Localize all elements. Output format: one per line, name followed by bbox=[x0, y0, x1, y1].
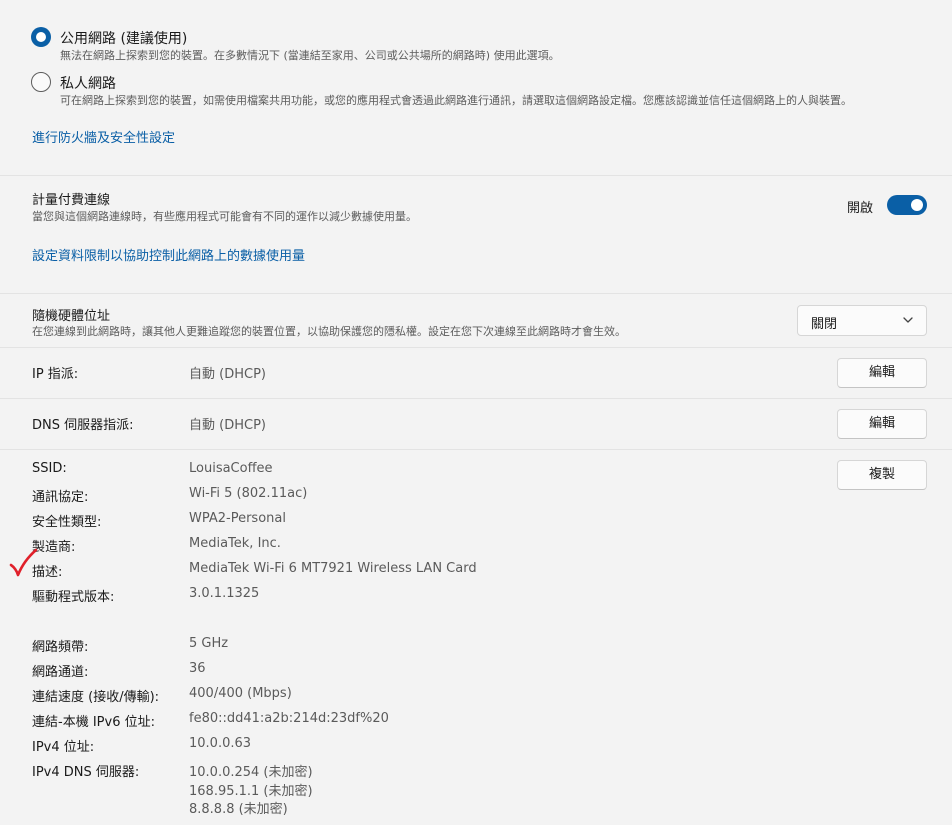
prop-value: 5 GHz bbox=[189, 636, 229, 651]
prop-value: MediaTek, Inc. bbox=[189, 536, 281, 551]
ip-assignment-value: 自動 (DHCP) bbox=[189, 367, 266, 382]
metered-toggle-label: 開啟 bbox=[847, 201, 874, 216]
toggle-knob bbox=[911, 199, 923, 211]
prop-label: 網路頻帶: bbox=[32, 640, 89, 655]
divider bbox=[0, 293, 952, 294]
prop-label: SSID: bbox=[32, 461, 67, 476]
random-mac-desc: 在您連線到此網路時，讓其他人更難追蹤您的裝置位置，以協助保護您的隱私權。設定在您… bbox=[32, 325, 626, 338]
prop-label: 網路通道: bbox=[32, 665, 89, 680]
copy-properties-button[interactable]: 複製 bbox=[837, 460, 927, 490]
public-network-title: 公用網路 (建議使用) bbox=[60, 31, 188, 47]
public-network-radio[interactable] bbox=[31, 27, 51, 47]
chevron-down-icon bbox=[903, 317, 913, 323]
prop-label: 連結-本機 IPv6 位址: bbox=[32, 715, 155, 730]
data-limit-link[interactable]: 設定資料限制以協助控制此網路上的數據使用量 bbox=[32, 245, 305, 264]
metered-desc: 當您與這個網路連線時，有些應用程式可能會有不同的運作以減少數據使用量。 bbox=[32, 210, 417, 223]
divider bbox=[0, 398, 952, 399]
divider bbox=[0, 449, 952, 450]
prop-value-extra: 168.95.1.1 (未加密) bbox=[189, 784, 313, 799]
random-mac-title: 隨機硬體位址 bbox=[32, 309, 111, 324]
prop-label: 通訊協定: bbox=[32, 490, 89, 505]
metered-title: 計量付費連線 bbox=[32, 193, 111, 208]
firewall-settings-link[interactable]: 進行防火牆及安全性設定 bbox=[32, 127, 175, 146]
prop-value: 10.0.0.254 (未加密) bbox=[189, 765, 313, 780]
prop-label: IPv4 DNS 伺服器: bbox=[32, 765, 140, 780]
divider bbox=[0, 347, 952, 348]
prop-value: LouisaCoffee bbox=[189, 461, 273, 476]
dns-assignment-value: 自動 (DHCP) bbox=[189, 418, 266, 433]
prop-value: 36 bbox=[189, 661, 206, 676]
prop-value: 10.0.0.63 bbox=[189, 736, 252, 751]
divider bbox=[0, 175, 952, 176]
prop-value: MediaTek Wi-Fi 6 MT7921 Wireless LAN Car… bbox=[189, 561, 477, 576]
edit-dns-button[interactable]: 編輯 bbox=[837, 409, 927, 439]
check-mark-icon bbox=[9, 548, 38, 577]
private-network-desc: 可在網路上探索到您的裝置，如需使用檔案共用功能，或您的應用程式會透過此網路進行通… bbox=[60, 94, 852, 107]
random-mac-select[interactable]: 關閉 bbox=[797, 305, 927, 336]
prop-value: 400/400 (Mbps) bbox=[189, 686, 292, 701]
prop-label: 連結速度 (接收/傳輸): bbox=[32, 690, 160, 705]
prop-value: WPA2-Personal bbox=[189, 511, 286, 526]
prop-value: fe80::dd41:a2b:214d:23df%20 bbox=[189, 711, 389, 726]
prop-value-extra: 8.8.8.8 (未加密) bbox=[189, 802, 288, 817]
prop-value: Wi-Fi 5 (802.11ac) bbox=[189, 486, 308, 501]
prop-label: 驅動程式版本: bbox=[32, 590, 115, 605]
public-network-desc: 無法在網路上探索到您的裝置。在多數情況下 (當連結至家用、公司或公共場所的網路時… bbox=[60, 49, 560, 62]
dns-assignment-label: DNS 伺服器指派: bbox=[32, 418, 134, 433]
edit-ip-button[interactable]: 編輯 bbox=[837, 358, 927, 388]
private-network-radio[interactable] bbox=[31, 72, 51, 92]
private-network-title: 私人網路 bbox=[60, 76, 116, 92]
prop-value: 3.0.1.1325 bbox=[189, 586, 260, 601]
random-mac-select-value: 關閉 bbox=[811, 317, 838, 332]
metered-toggle[interactable] bbox=[887, 195, 927, 215]
prop-label: 安全性類型: bbox=[32, 515, 102, 530]
prop-label: IPv4 位址: bbox=[32, 740, 95, 755]
ip-assignment-label: IP 指派: bbox=[32, 367, 79, 382]
